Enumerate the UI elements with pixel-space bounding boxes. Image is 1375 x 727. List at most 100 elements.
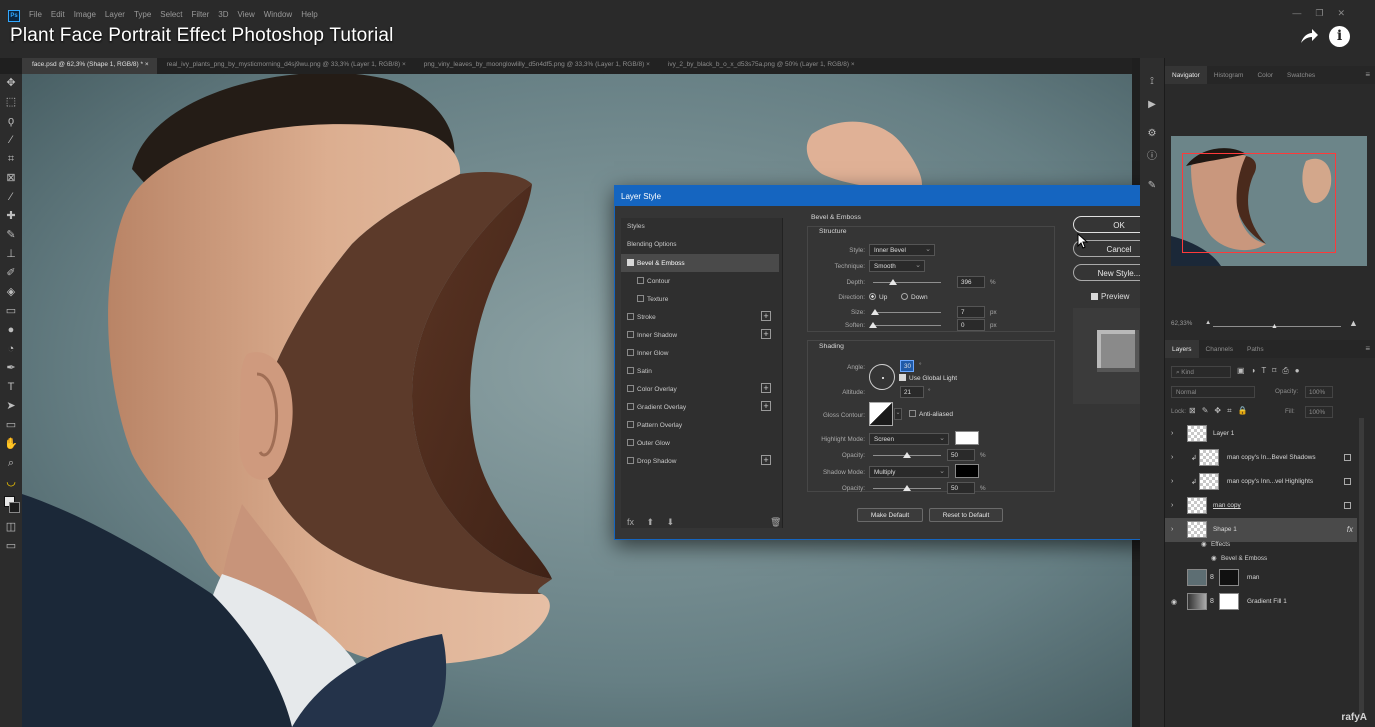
maximize-icon[interactable]: ❐ xyxy=(1315,8,1323,19)
inner-glow-checkbox[interactable] xyxy=(627,349,634,356)
contour-checkbox[interactable] xyxy=(637,277,644,284)
global-light-checkbox[interactable] xyxy=(899,374,906,381)
expand-icon[interactable]: › xyxy=(1171,430,1173,437)
expand-icon[interactable]: › xyxy=(1171,478,1173,485)
move-down-icon[interactable]: ⬇ xyxy=(667,517,675,527)
style-inner-glow[interactable]: Inner Glow xyxy=(621,344,779,362)
pen-tool-icon[interactable]: ✒ xyxy=(0,359,22,378)
frame-tool-icon[interactable]: ⊠ xyxy=(0,169,22,188)
highlight-mode-dropdown[interactable]: Screen ⌄ xyxy=(869,433,949,445)
style-pattern-overlay[interactable]: Pattern Overlay xyxy=(621,416,779,434)
hand-tool-icon[interactable]: ✋ xyxy=(0,435,22,454)
effect-item-row[interactable]: ◉ Bevel & Emboss xyxy=(1165,552,1357,566)
bevel-emboss-checkbox[interactable] xyxy=(627,259,634,266)
shadow-mode-dropdown[interactable]: Multiply ⌄ xyxy=(869,466,949,478)
share-icon[interactable] xyxy=(1299,27,1319,45)
style-outer-glow[interactable]: Outer Glow xyxy=(621,434,779,452)
texture-checkbox[interactable] xyxy=(637,295,644,302)
eye-icon[interactable]: ◉ xyxy=(1171,598,1177,606)
reset-default-button[interactable]: Reset to Default xyxy=(929,508,1003,522)
add-drop-shadow-icon[interactable]: + xyxy=(761,455,771,465)
close-icon[interactable]: ✕ xyxy=(1337,8,1345,19)
dialog-title-bar[interactable]: Layer Style ✕ xyxy=(615,186,1173,206)
layer-row[interactable]: › ↲ man copy's In...Bevel Shadows xyxy=(1165,446,1357,470)
styles-header[interactable]: Styles xyxy=(621,218,779,236)
style-dropdown[interactable]: Inner Bevel ⌄ xyxy=(869,244,935,256)
soften-slider[interactable] xyxy=(873,325,941,326)
direction-down-radio[interactable] xyxy=(901,293,908,300)
tab-navigator[interactable]: Navigator xyxy=(1165,66,1207,84)
trash-icon[interactable]: 🗑 xyxy=(770,517,781,528)
menu-image[interactable]: Image xyxy=(74,10,96,26)
menu-file[interactable]: File xyxy=(29,10,42,26)
move-up-icon[interactable]: ⬆ xyxy=(647,517,655,527)
drop-shadow-checkbox[interactable] xyxy=(627,457,634,464)
highlight-color-swatch[interactable] xyxy=(955,431,979,445)
make-default-button[interactable]: Make Default xyxy=(857,508,923,522)
blend-mode-dropdown[interactable]: Normal xyxy=(1171,386,1255,398)
panel-menu-icon[interactable]: ≡ xyxy=(1365,70,1370,79)
layer-row[interactable]: › ↲ man copy's Inn...vel Highlights xyxy=(1165,470,1357,494)
marquee-tool-icon[interactable]: ⬚ xyxy=(0,93,22,112)
style-blending-options[interactable]: Blending Options xyxy=(621,236,779,254)
gradient-tool-icon[interactable]: ▭ xyxy=(0,302,22,321)
expand-icon[interactable]: › xyxy=(1171,454,1173,461)
quick-mask-icon[interactable]: ◫ xyxy=(0,518,22,537)
tab-swatches[interactable]: Swatches xyxy=(1280,66,1322,84)
anti-aliased-checkbox[interactable] xyxy=(909,410,916,417)
quick-select-tool-icon[interactable]: ⁄ xyxy=(0,131,22,150)
zoom-in-icon[interactable]: ▲ xyxy=(1349,318,1358,328)
tab-channels[interactable]: Channels xyxy=(1199,340,1240,358)
size-slider-thumb[interactable] xyxy=(871,309,879,315)
tab-paths[interactable]: Paths xyxy=(1240,340,1271,358)
clone-stamp-tool-icon[interactable]: ⊥ xyxy=(0,245,22,264)
style-satin[interactable]: Satin xyxy=(621,362,779,380)
gradient-overlay-checkbox[interactable] xyxy=(627,403,634,410)
depth-slider-thumb[interactable] xyxy=(889,279,897,285)
style-texture[interactable]: Texture xyxy=(621,290,779,308)
background-color[interactable] xyxy=(9,502,20,513)
style-drop-shadow[interactable]: Drop Shadow + xyxy=(621,452,779,470)
lock-icons[interactable]: ⊠✎✥⌗🔒 xyxy=(1189,406,1254,418)
color-overlay-checkbox[interactable] xyxy=(627,385,634,392)
layer-kind-filter[interactable]: ⌕ Kind xyxy=(1171,366,1231,378)
tab-histogram[interactable]: Histogram xyxy=(1207,66,1251,84)
eraser-tool-icon[interactable]: ◈ xyxy=(0,283,22,302)
zoom-value[interactable]: 62,33% xyxy=(1171,320,1192,327)
direction-down[interactable]: Down xyxy=(901,293,928,301)
highlight-opacity-thumb[interactable] xyxy=(903,452,911,458)
tab-color[interactable]: Color xyxy=(1250,66,1280,84)
brush-tool-icon[interactable]: ✎ xyxy=(0,226,22,245)
layer-row[interactable]: ◉ 8 Gradient Fill 1 xyxy=(1165,590,1357,614)
fx-icon[interactable]: fx xyxy=(1347,525,1353,534)
expand-icon[interactable]: › xyxy=(1171,502,1173,509)
eyedropper-tool-icon[interactable]: ⁄ xyxy=(0,188,22,207)
doc-tab-ivy-plants[interactable]: real_ivy_plants_png_by_mysticmorning_d4s… xyxy=(157,58,414,74)
navigator-preview[interactable] xyxy=(1171,136,1367,266)
menu-edit[interactable]: Edit xyxy=(51,10,65,26)
add-stroke-icon[interactable]: + xyxy=(761,311,771,321)
properties-panel-icon[interactable]: ⚙ xyxy=(1140,122,1164,145)
altitude-input[interactable]: 21 xyxy=(900,386,924,398)
doc-tab-ivy-2[interactable]: ivy_2_by_black_b_o_x_d53s75a.png @ 50% (… xyxy=(658,58,863,74)
layer-row[interactable]: › Layer 1 xyxy=(1165,422,1357,446)
history-panel-icon[interactable]: ⟟ xyxy=(1140,70,1164,93)
expand-icon[interactable]: › xyxy=(1171,526,1173,533)
healing-brush-tool-icon[interactable]: ✚ xyxy=(0,207,22,226)
pattern-overlay-checkbox[interactable] xyxy=(627,421,634,428)
navigator-view-rect[interactable] xyxy=(1182,153,1336,253)
size-input[interactable]: 7 xyxy=(957,306,985,318)
menu-type[interactable]: Type xyxy=(134,10,151,26)
satin-checkbox[interactable] xyxy=(627,367,634,374)
info-icon[interactable]: i xyxy=(1329,26,1350,47)
fill-input[interactable]: 100% xyxy=(1305,406,1333,418)
depth-slider[interactable] xyxy=(873,282,941,283)
add-gradient-overlay-icon[interactable]: + xyxy=(761,401,771,411)
zoom-tool-icon[interactable]: ⌕ xyxy=(0,454,22,473)
technique-dropdown[interactable]: Smooth ⌄ xyxy=(869,260,925,272)
menu-layer[interactable]: Layer xyxy=(105,10,125,26)
layer-filter-icons[interactable]: ▣◑T⌑⎙● xyxy=(1237,366,1306,378)
preview-checkbox[interactable] xyxy=(1091,293,1098,300)
menu-3d[interactable]: 3D xyxy=(218,10,228,26)
zoom-slider-thumb[interactable]: ▲ xyxy=(1271,323,1278,330)
